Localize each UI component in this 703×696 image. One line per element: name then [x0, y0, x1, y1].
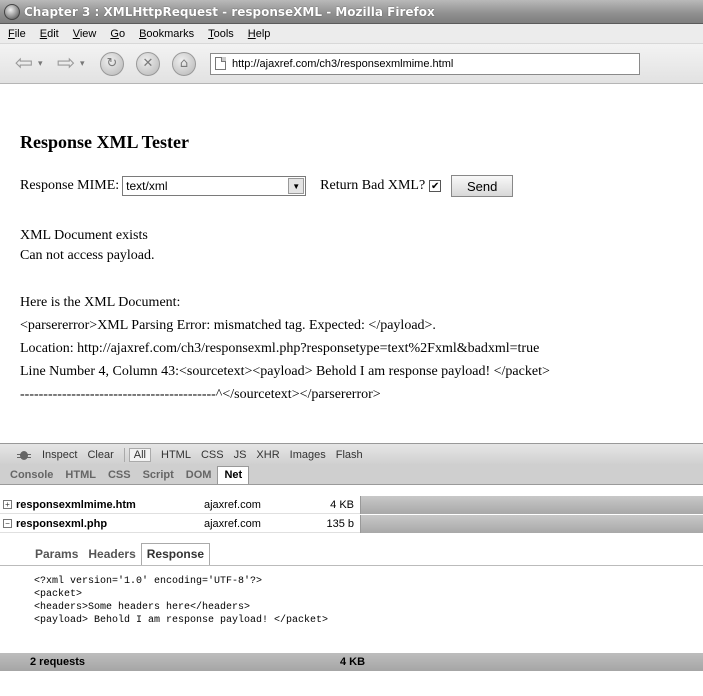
response-line: <payload> Behold I am response payload! … — [34, 615, 329, 626]
window-title: Chapter 3 : XMLHttpRequest - responseXML… — [24, 4, 435, 19]
window-titlebar: Chapter 3 : XMLHttpRequest - responseXML… — [0, 0, 703, 24]
bad-xml-label: Return Bad XML? — [320, 178, 426, 193]
request-size: 4 KB — [330, 498, 354, 511]
request-domain: ajaxref.com — [204, 517, 261, 530]
tab-net[interactable]: Net — [217, 466, 250, 484]
tab-params[interactable]: Params — [30, 544, 83, 565]
net-request-row[interactable]: − responsexml.php ajaxref.com 135 b — [0, 514, 703, 533]
mime-select[interactable]: text/xml ▼ — [122, 176, 307, 196]
home-icon[interactable]: ⌂ — [172, 51, 196, 76]
tab-script[interactable]: Script — [137, 469, 180, 484]
request-file: responsexmlmime.htm — [16, 498, 136, 511]
response-body: <?xml version='1.0' encoding='UTF-8'?> <p… — [34, 575, 328, 627]
timeline-bar — [360, 514, 703, 533]
firebug-toolbar: Inspect Clear All HTML CSS JS XHR Images… — [0, 443, 703, 465]
mime-select-value: text/xml — [126, 179, 168, 193]
request-file: responsexml.php — [16, 517, 108, 530]
menu-help[interactable]: Help — [248, 28, 271, 40]
status-line: XML Document exists — [20, 228, 148, 243]
forward-arrow-icon[interactable]: ⇨ — [52, 50, 80, 78]
divider — [0, 565, 703, 566]
menu-bookmarks[interactable]: Bookmarks — [139, 28, 194, 40]
filter-html[interactable]: HTML — [161, 449, 191, 461]
request-count: 2 requests — [30, 656, 86, 668]
menu-view[interactable]: View — [73, 28, 97, 40]
url-text: http://ajaxref.com/ch3/responsexmlmime.h… — [232, 57, 454, 70]
timeline-bar — [360, 495, 703, 514]
inspect-button[interactable]: Inspect — [42, 449, 77, 461]
panel-blank-area — [0, 671, 703, 696]
response-line: <packet> — [34, 589, 83, 600]
filter-xhr[interactable]: XHR — [256, 449, 279, 461]
filter-flash[interactable]: Flash — [336, 449, 363, 461]
forward-dropdown-icon[interactable]: ▾ — [80, 59, 90, 69]
expand-icon[interactable]: + — [3, 500, 12, 509]
request-size: 135 b — [326, 517, 354, 530]
response-line: <?xml version='1.0' encoding='UTF-8'?> — [34, 576, 263, 587]
mime-label: Response MIME: — [20, 178, 120, 193]
firebug-bug-icon[interactable] — [16, 448, 32, 462]
status-line: Can not access payload. — [20, 248, 155, 263]
clear-button[interactable]: Clear — [87, 449, 113, 461]
tab-html[interactable]: HTML — [59, 469, 102, 484]
filter-all[interactable]: All — [128, 447, 151, 462]
chevron-down-icon[interactable]: ▼ — [288, 178, 305, 194]
request-domain: ajaxref.com — [204, 498, 261, 511]
tab-headers[interactable]: Headers — [83, 544, 140, 565]
filter-js[interactable]: JS — [234, 449, 247, 461]
detail-tabs: Params Headers Response — [30, 541, 211, 565]
filter-images[interactable]: Images — [290, 449, 326, 461]
menu-file[interactable]: File — [8, 28, 26, 40]
menu-tools[interactable]: Tools — [208, 28, 234, 40]
tab-console[interactable]: Console — [4, 469, 59, 484]
stop-icon[interactable]: ✕ — [136, 51, 160, 76]
firefox-icon — [4, 3, 20, 20]
total-size: 4 KB — [340, 656, 366, 668]
xml-output-line: Location: http://ajaxref.com/ch3/respons… — [20, 341, 540, 356]
bad-xml-checkbox[interactable]: ✔ — [429, 180, 442, 192]
response-line: <headers>Some headers here</headers> — [34, 602, 251, 613]
tab-dom[interactable]: DOM — [180, 469, 218, 484]
reload-icon[interactable]: ↻ — [100, 51, 124, 76]
xml-output-line: ----------------------------------------… — [20, 387, 381, 402]
response-detail-panel: Params Headers Response <?xml version='1… — [0, 539, 703, 649]
toolbar-divider — [123, 447, 125, 462]
xml-output-line: Line Number 4, Column 43:<sourcetext><pa… — [20, 364, 550, 379]
tab-response[interactable]: Response — [140, 543, 211, 565]
menu-go[interactable]: Go — [110, 28, 125, 40]
tab-css[interactable]: CSS — [102, 469, 137, 484]
page-content: Response XML Tester Response MIME: text/… — [0, 85, 703, 443]
firebug-tabs: Console HTML CSS Script DOM Net — [0, 465, 703, 485]
navigation-toolbar: ⇦ ▾ ⇨ ▾ ↻ ✕ ⌂ http://ajaxref.com/ch3/res… — [0, 44, 703, 84]
back-arrow-icon[interactable]: ⇦ — [10, 50, 38, 78]
net-summary-row: 2 requests 4 KB — [0, 653, 703, 671]
page-heading: Response XML Tester — [20, 132, 190, 152]
url-bar[interactable]: http://ajaxref.com/ch3/responsexmlmime.h… — [210, 52, 640, 75]
xml-intro-line: Here is the XML Document: — [20, 295, 181, 310]
send-button[interactable]: Send — [451, 175, 514, 197]
back-dropdown-icon[interactable]: ▾ — [38, 59, 48, 69]
menu-bar: File Edit View Go Bookmarks Tools Help — [0, 24, 703, 44]
xml-output-line: <parsererror>XML Parsing Error: mismatch… — [20, 318, 436, 333]
net-request-row[interactable]: + responsexmlmime.htm ajaxref.com 4 KB — [0, 495, 703, 514]
form-row: Response MIME: text/xml ▼ Return Bad XML… — [20, 175, 514, 197]
collapse-icon[interactable]: − — [3, 519, 12, 528]
page-icon — [215, 57, 226, 70]
menu-edit[interactable]: Edit — [40, 28, 59, 40]
filter-css[interactable]: CSS — [201, 449, 224, 461]
